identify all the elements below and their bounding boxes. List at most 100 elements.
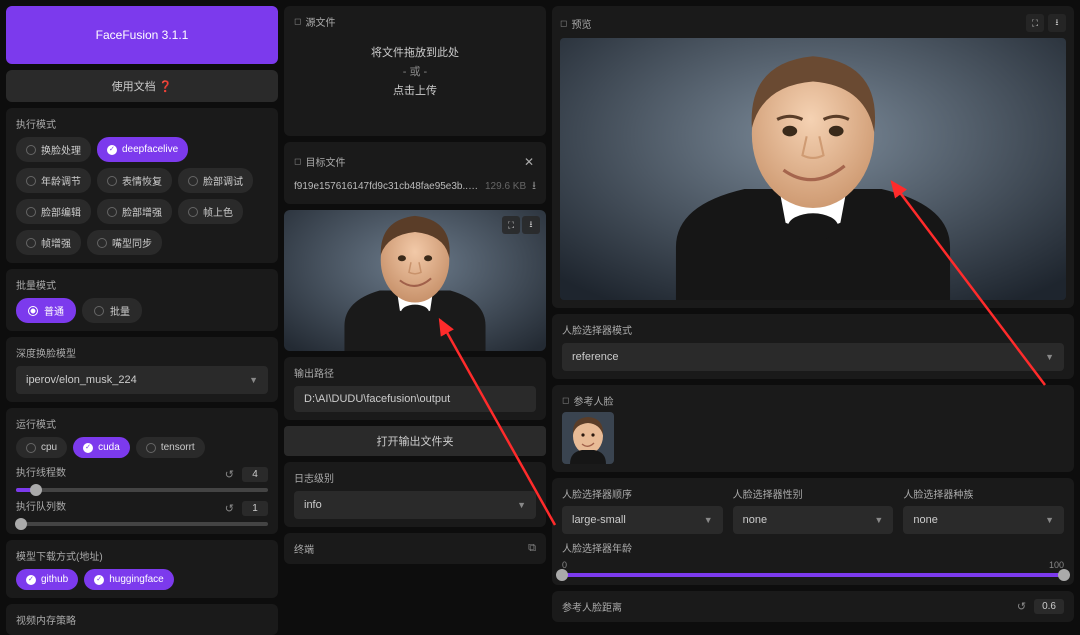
chip-face-swap[interactable]: 换脸处理 — [16, 137, 91, 162]
queue-label: 执行队列数 — [16, 498, 217, 513]
chip-github[interactable]: github — [16, 569, 78, 590]
reference-face-label: 参考人脸 — [562, 393, 1064, 408]
face-selector-mode-panel: 人脸选择器模式 reference ▼ — [552, 314, 1074, 379]
reference-face-thumb[interactable] — [562, 412, 614, 464]
preview-label: 预览 — [560, 16, 591, 31]
threads-value[interactable]: 4 — [242, 467, 268, 482]
file-icon — [294, 16, 301, 27]
checkbox-icon — [107, 145, 117, 155]
image-icon — [560, 18, 567, 29]
chip-frame-enhance[interactable]: 帧增强 — [16, 230, 81, 255]
radio-normal[interactable]: 普通 — [16, 298, 76, 323]
face-race-select[interactable]: none▼ — [903, 506, 1064, 534]
vram-label: 视频内存策略 — [16, 612, 268, 627]
preview-image[interactable] — [560, 38, 1066, 300]
checkbox-icon — [97, 238, 107, 248]
face-order-label: 人脸选择器顺序 — [562, 486, 723, 501]
chevron-down-icon: ▼ — [1045, 352, 1054, 362]
model-panel: 深度换脸模型 iperov/elon_musk_224 ▼ — [6, 337, 278, 402]
output-path-label: 输出路径 — [294, 365, 536, 380]
queue-value[interactable]: 1 — [242, 501, 268, 516]
ref-distance-panel: 参考人脸距离 ↺ 0.6 — [552, 591, 1074, 622]
face-gender-select[interactable]: none▼ — [733, 506, 894, 534]
chevron-down-icon: ▼ — [517, 500, 526, 510]
run-mode-label: 运行模式 — [16, 416, 268, 431]
reset-icon[interactable]: ↺ — [1017, 600, 1026, 613]
checkbox-icon — [94, 575, 104, 585]
radio-icon — [28, 306, 38, 316]
model-select[interactable]: iperov/elon_musk_224 ▼ — [16, 366, 268, 394]
target-label: 目标文件 — [294, 154, 345, 169]
log-level-label: 日志级别 — [294, 470, 536, 485]
queue-slider[interactable] — [16, 522, 268, 526]
chip-face-enhance[interactable]: 脸部增强 — [97, 199, 172, 224]
chip-expression[interactable]: 表情恢复 — [97, 168, 172, 193]
checkbox-icon — [188, 176, 198, 186]
preview-panel: 预览 ⛶ ⭳ — [552, 6, 1074, 308]
download-icon[interactable]: ⭳ — [522, 216, 540, 234]
model-label: 深度换脸模型 — [16, 345, 268, 360]
face-gender-label: 人脸选择器性别 — [733, 486, 894, 501]
download-panel: 模型下载方式(地址) github huggingface — [6, 540, 278, 598]
output-path-input[interactable]: D:\AI\DUDU\facefusion\output — [294, 386, 536, 412]
reset-icon[interactable]: ↺ — [225, 502, 234, 515]
radio-batch[interactable]: 批量 — [82, 298, 142, 323]
chip-lip-sync[interactable]: 嘴型同步 — [87, 230, 162, 255]
face-race-label: 人脸选择器种族 — [903, 486, 1064, 501]
checkbox-icon — [26, 575, 36, 585]
face-selector-mode-select[interactable]: reference ▼ — [562, 343, 1064, 371]
batch-mode-label: 批量模式 — [16, 277, 268, 292]
face-selector-mode-label: 人脸选择器模式 — [562, 322, 1064, 337]
checkbox-icon — [83, 443, 93, 453]
fullscreen-icon[interactable]: ⛶ — [502, 216, 520, 234]
terminal-label: 终端 — [294, 541, 314, 556]
checkbox-icon — [188, 207, 198, 217]
threads-label: 执行线程数 — [16, 464, 217, 479]
target-image[interactable]: ⛶ ⭳ — [284, 210, 546, 351]
source-dropzone[interactable]: 源文件 将文件拖放到此处 - 或 - 点击上传 — [284, 6, 546, 136]
docs-button[interactable]: 使用文档 ❓ — [6, 70, 278, 102]
checkbox-icon — [26, 443, 36, 453]
checkbox-icon — [26, 145, 36, 155]
chip-cuda[interactable]: cuda — [73, 437, 130, 458]
chip-cpu[interactable]: cpu — [16, 437, 67, 458]
checkbox-icon — [26, 238, 36, 248]
chip-age[interactable]: 年龄调节 — [16, 168, 91, 193]
face-age-label: 人脸选择器年龄 — [562, 540, 1064, 555]
app-title-button[interactable]: FaceFusion 3.1.1 — [6, 6, 278, 64]
ref-distance-label: 参考人脸距离 — [562, 599, 1009, 614]
chip-frame-color[interactable]: 帧上色 — [178, 199, 243, 224]
download-icon[interactable]: ⭳ — [1048, 14, 1066, 32]
chip-tensorrt[interactable]: tensorrt — [136, 437, 205, 458]
exec-mode-label: 执行模式 — [16, 116, 268, 131]
chevron-down-icon: ▼ — [704, 515, 713, 525]
ref-distance-value[interactable]: 0.6 — [1034, 599, 1064, 614]
target-filesize: 129.6 KB — [485, 181, 526, 192]
face-filters-panel: 人脸选择器顺序 large-small▼ 人脸选择器性别 none▼ 人脸选择器… — [552, 478, 1074, 585]
exec-mode-panel: 执行模式 换脸处理 deepfacelive 年龄调节 表情恢复 脸部调试 脸部… — [6, 108, 278, 263]
chip-huggingface[interactable]: huggingface — [84, 569, 174, 590]
chip-deepfacelive[interactable]: deepfacelive — [97, 137, 188, 162]
target-panel: 目标文件 ✕ f919e157616147fd9c31cb48fae95e3b.… — [284, 142, 546, 204]
close-icon[interactable]: ✕ — [522, 155, 536, 169]
log-level-select[interactable]: info ▼ — [294, 491, 536, 519]
checkbox-icon — [107, 207, 117, 217]
fullscreen-icon[interactable]: ⛶ — [1026, 14, 1044, 32]
batch-mode-panel: 批量模式 普通 批量 — [6, 269, 278, 331]
open-output-button[interactable]: 打开输出文件夹 — [284, 426, 546, 456]
download-icon[interactable]: ⭳ — [532, 177, 536, 196]
target-filename: f919e157616147fd9c31cb48fae95e3b... .jpe… — [294, 181, 479, 192]
copy-icon[interactable]: ⧉ — [528, 542, 536, 555]
face-age-slider[interactable] — [562, 573, 1064, 577]
vram-panel: 视频内存策略 — [6, 604, 278, 635]
reset-icon[interactable]: ↺ — [225, 468, 234, 481]
chevron-down-icon: ▼ — [249, 375, 258, 385]
face-order-select[interactable]: large-small▼ — [562, 506, 723, 534]
source-label: 源文件 — [294, 14, 335, 29]
radio-icon — [94, 306, 104, 316]
threads-slider[interactable] — [16, 488, 268, 492]
chevron-down-icon: ▼ — [874, 515, 883, 525]
file-icon — [294, 156, 301, 167]
chip-face-debug[interactable]: 脸部调试 — [178, 168, 253, 193]
chip-face-edit[interactable]: 脸部编辑 — [16, 199, 91, 224]
